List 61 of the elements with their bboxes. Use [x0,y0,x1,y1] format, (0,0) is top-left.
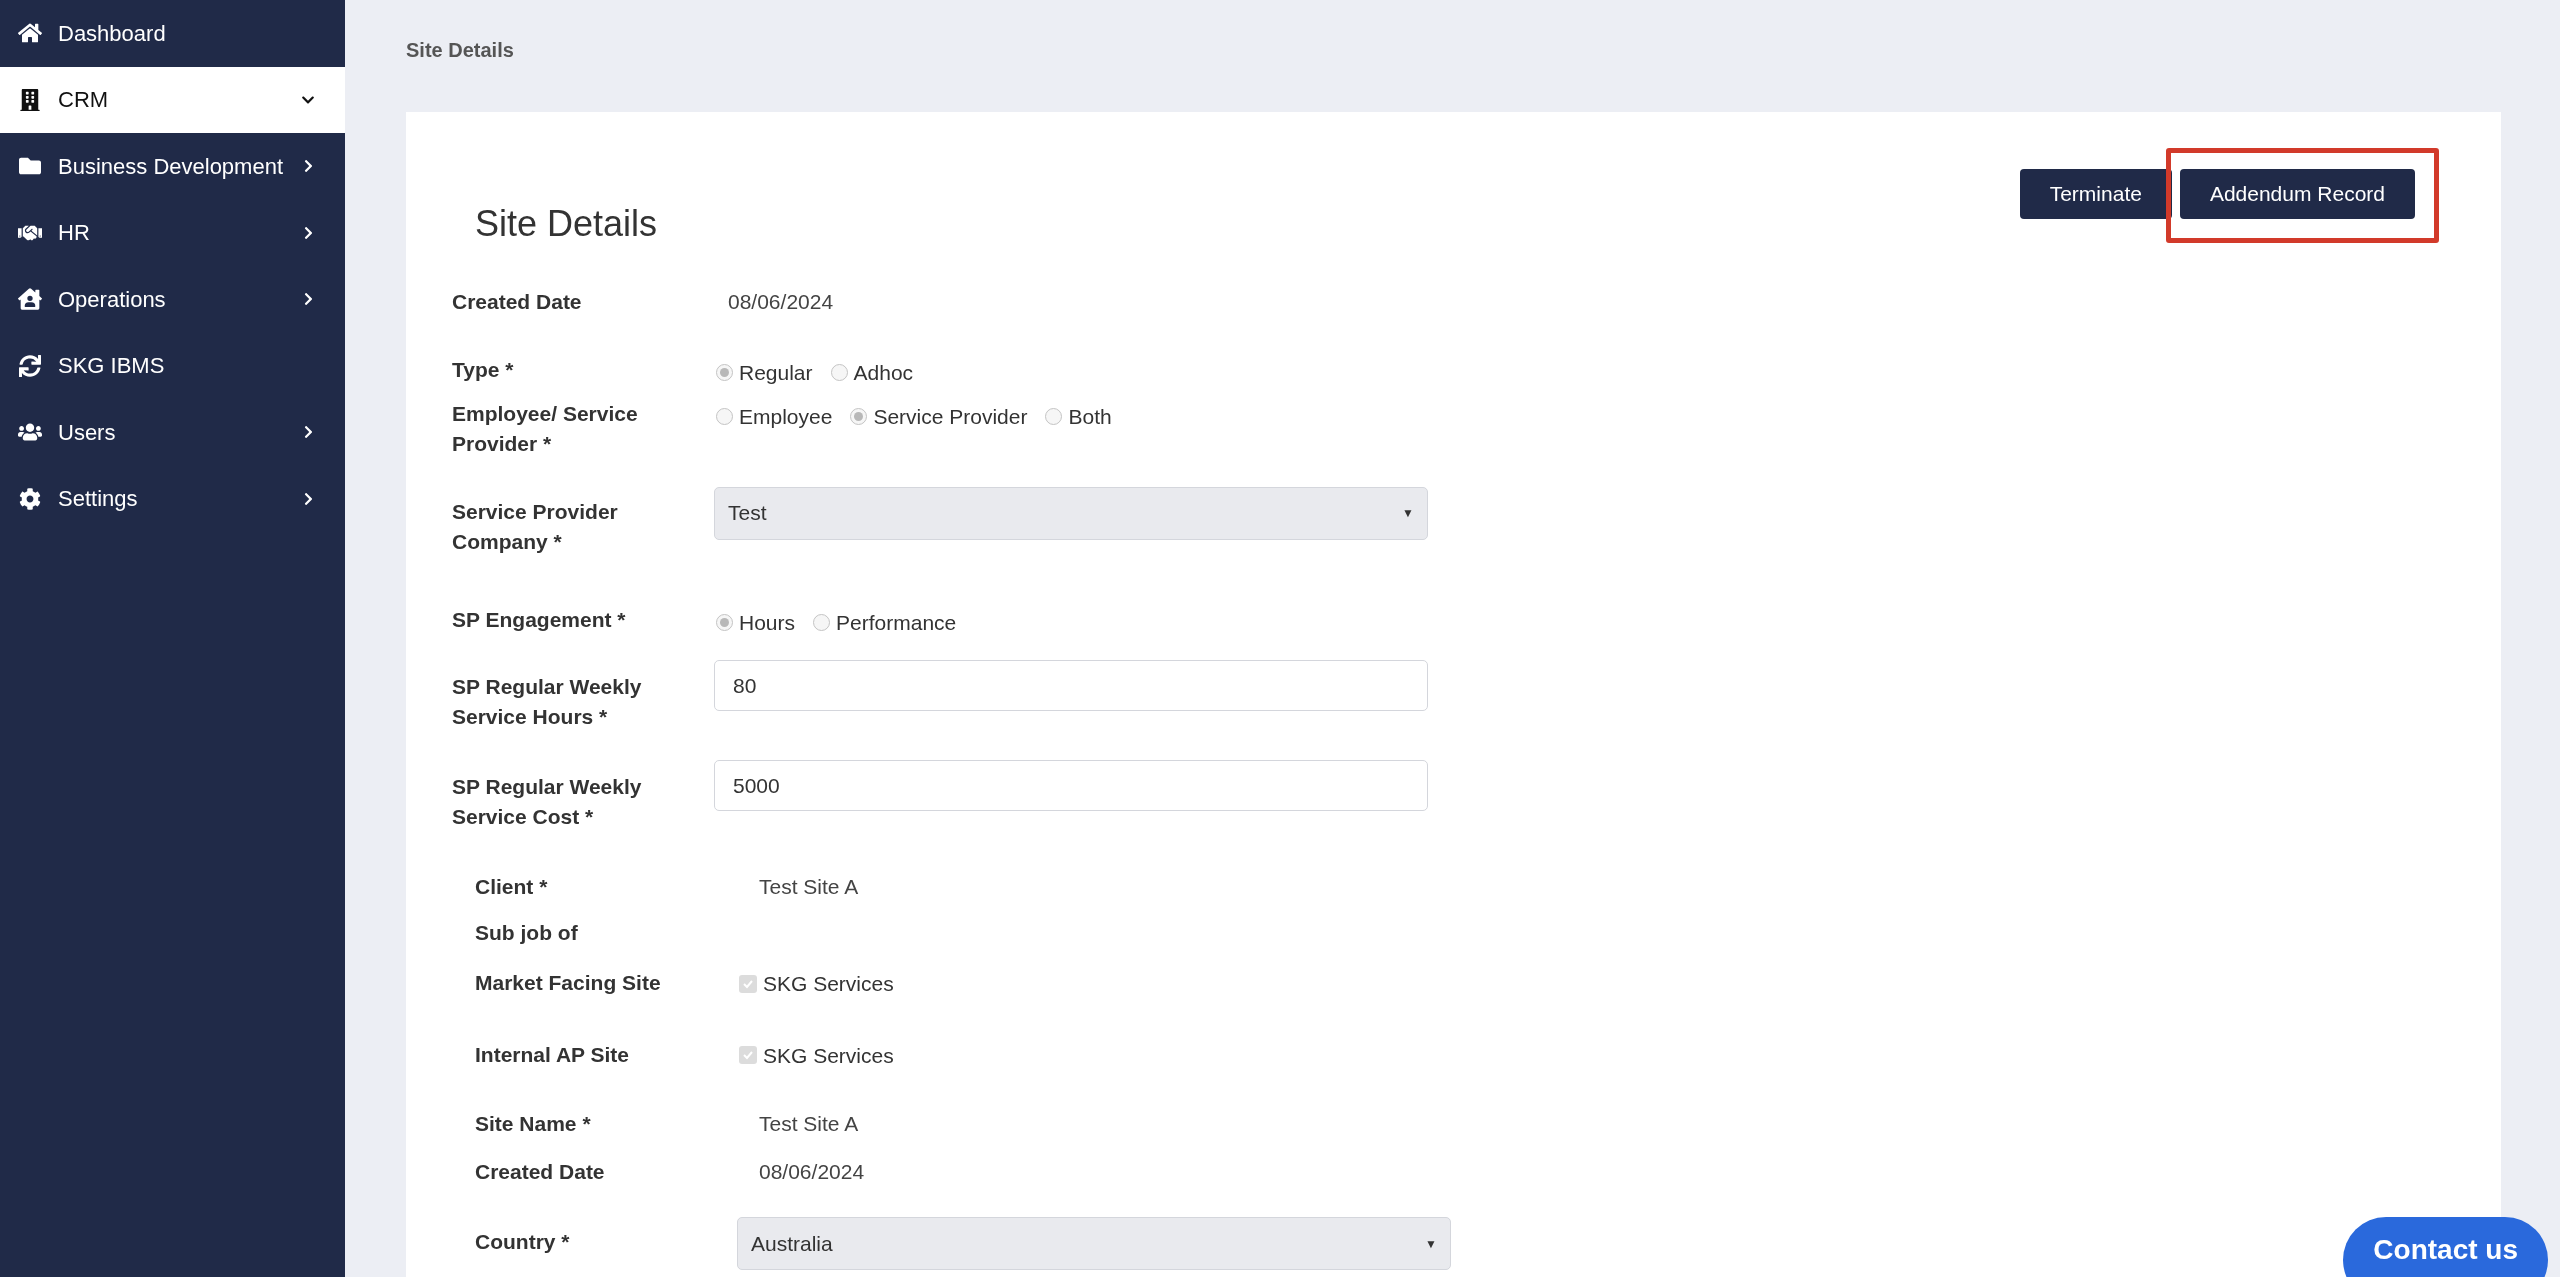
field-value: 08/06/2024 [758,1159,866,1185]
check-icon [742,1049,754,1062]
field-label: Country * [475,1229,571,1255]
radio-button[interactable] [850,407,868,425]
sidebar-item[interactable]: SKG IBMS [0,332,345,399]
select-field[interactable]: Test ▼ [714,486,1428,540]
field-value: Test Site A [758,1111,860,1137]
field-label: Employee/ Service Provider * [452,400,639,457]
radio-button[interactable] [813,613,831,631]
settings-icon [18,487,42,510]
radio-button[interactable] [716,364,733,382]
field-value: 08/06/2024 [727,289,835,315]
sync-icon [18,354,42,377]
dropdown-caret-icon: ▼ [1402,504,1414,522]
field-label: Client * [475,874,549,900]
checkbox-label: SKG Services [763,971,894,997]
sidebar-item[interactable]: Users [0,399,345,466]
sidebar-item[interactable]: Business Development [0,133,345,200]
sidebar-item[interactable]: HR [0,199,345,266]
house-icon [18,288,42,311]
field-label: Internal AP Site [475,1041,631,1068]
building-icon [18,88,42,111]
radio-button[interactable] [716,407,733,425]
home-icon [18,22,42,45]
field-label: SP Regular Weekly Service Hours * [452,674,643,730]
radio-button[interactable] [830,364,848,382]
input-field[interactable]: 5000 [714,760,1428,811]
sidebar-item[interactable]: Dashboard [0,0,345,67]
field-label: Sub job of [475,920,579,946]
field-value: Test Site A [758,874,860,900]
sidebar-item[interactable]: CRM [0,66,345,133]
field-label: Created Date [452,289,583,315]
field-label: Market Facing Site [475,970,662,996]
radio-button[interactable] [716,613,733,631]
dropdown-caret-icon: ▼ [1425,1234,1437,1253]
contact-us-button[interactable]: Contact us [2343,1217,2548,1277]
radio-label: Performance [836,609,957,636]
radio-label: Employee [739,403,833,430]
field-label: Created Date [475,1159,606,1185]
sidebar-item[interactable]: Operations [0,266,345,333]
action-button[interactable]: Addendum Record [2179,169,2415,219]
action-button[interactable]: Terminate [2019,169,2172,219]
field-label: Site Name * [475,1111,592,1137]
radio-label: Regular [739,360,813,386]
checkbox-label: SKG Services [763,1042,894,1069]
field-label: SP Regular Weekly Service Cost * [452,774,643,830]
field-label: Type * [452,357,515,383]
input-field[interactable]: 80 [714,660,1428,711]
radio-label: Adhoc [853,360,914,386]
radio-label: Hours [739,609,796,636]
sidebar-item[interactable]: Settings [0,465,345,532]
radio-label: Service Provider [873,403,1028,430]
checkbox[interactable] [739,974,757,993]
checkbox[interactable] [739,1046,757,1065]
field-label: SP Engagement * [452,606,627,633]
field-label: Service Provider Company * [452,498,619,555]
card-title: Site Details [474,202,658,246]
select-field[interactable]: Australia ▼ [737,1217,1451,1270]
radio-label: Both [1068,403,1112,430]
radio-button[interactable] [1045,407,1063,425]
breadcrumb: Site Details [406,38,515,63]
